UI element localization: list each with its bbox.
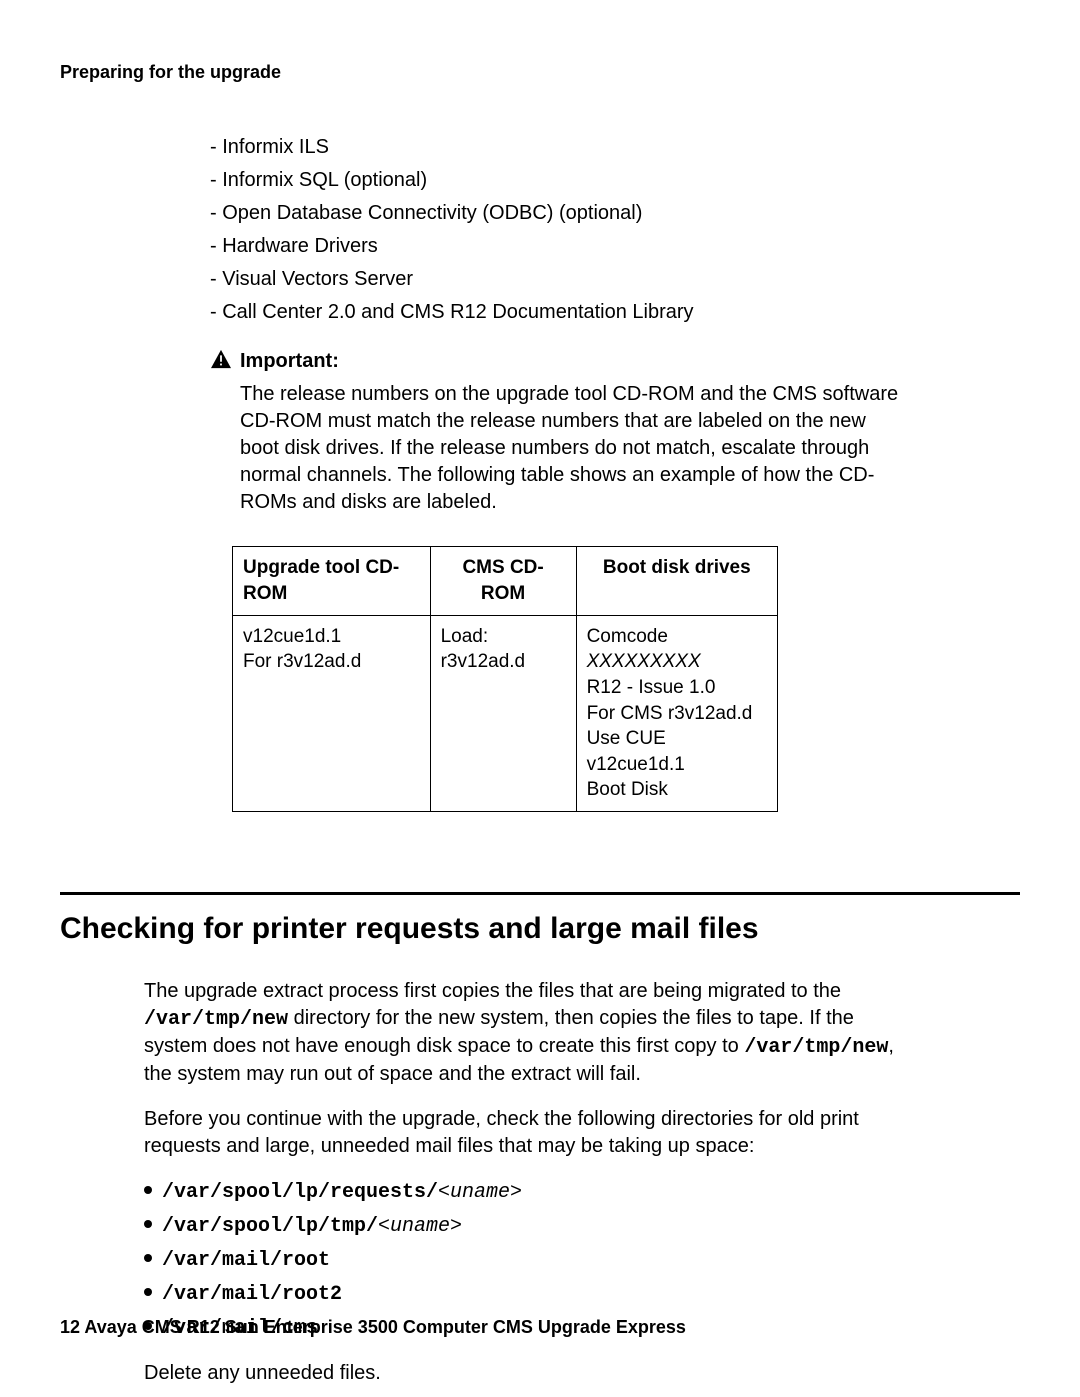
table-header: Boot disk drives <box>576 547 777 615</box>
table-header: Upgrade tool CD-ROM <box>233 547 431 615</box>
table-cell: Load: r3v12ad.d <box>430 615 576 811</box>
table-header: CMS CD-ROM <box>430 547 576 615</box>
table-row: v12cue1d.1 For r3v12ad.d Load: r3v12ad.d… <box>233 615 778 811</box>
list-item: Open Database Connectivity (ODBC) (optio… <box>210 200 910 227</box>
warning-icon <box>210 349 232 369</box>
page-container: Preparing for the upgrade Informix ILS I… <box>0 0 1080 1387</box>
page-number: 12 <box>60 1317 80 1337</box>
table-header-row: Upgrade tool CD-ROM CMS CD-ROM Boot disk… <box>233 547 778 615</box>
running-header: Preparing for the upgrade <box>60 60 1020 84</box>
footer-title: Avaya CMS R12 Sun Enterprise 3500 Comput… <box>84 1317 686 1337</box>
list-item: /var/mail/root2 <box>144 1280 910 1308</box>
list-item: Informix ILS <box>210 134 910 161</box>
paragraph: The upgrade extract process first copies… <box>144 978 910 1088</box>
important-text: The release numbers on the upgrade tool … <box>240 381 910 516</box>
list-item: Informix SQL (optional) <box>210 167 910 194</box>
software-dash-list: Informix ILS Informix SQL (optional) Ope… <box>210 134 910 326</box>
section-divider <box>60 892 1020 895</box>
list-item: /var/spool/lp/requests/<uname> <box>144 1178 910 1206</box>
list-item: /var/mail/root <box>144 1246 910 1274</box>
section-heading: Checking for printer requests and large … <box>60 909 1020 950</box>
cdrom-table: Upgrade tool CD-ROM CMS CD-ROM Boot disk… <box>232 546 778 812</box>
paragraph: Delete any unneeded files. <box>144 1360 910 1387</box>
list-item: Call Center 2.0 and CMS R12 Documentatio… <box>210 299 910 326</box>
table-cell: v12cue1d.1 For r3v12ad.d <box>233 615 431 811</box>
list-item: /var/spool/lp/tmp/<uname> <box>144 1212 910 1240</box>
table-cell: Comcode XXXXXXXXX R12 - Issue 1.0 For CM… <box>576 615 777 811</box>
page-footer: 12 Avaya CMS R12 Sun Enterprise 3500 Com… <box>60 1315 686 1339</box>
list-item: Hardware Drivers <box>210 233 910 260</box>
important-label: Important: <box>240 350 339 372</box>
important-content: Important: The release numbers on the up… <box>240 348 910 516</box>
important-block: Important: The release numbers on the up… <box>210 348 910 516</box>
top-body-block: Informix ILS Informix SQL (optional) Ope… <box>210 134 910 812</box>
paragraph: Before you continue with the upgrade, ch… <box>144 1106 910 1160</box>
list-item: Visual Vectors Server <box>210 266 910 293</box>
